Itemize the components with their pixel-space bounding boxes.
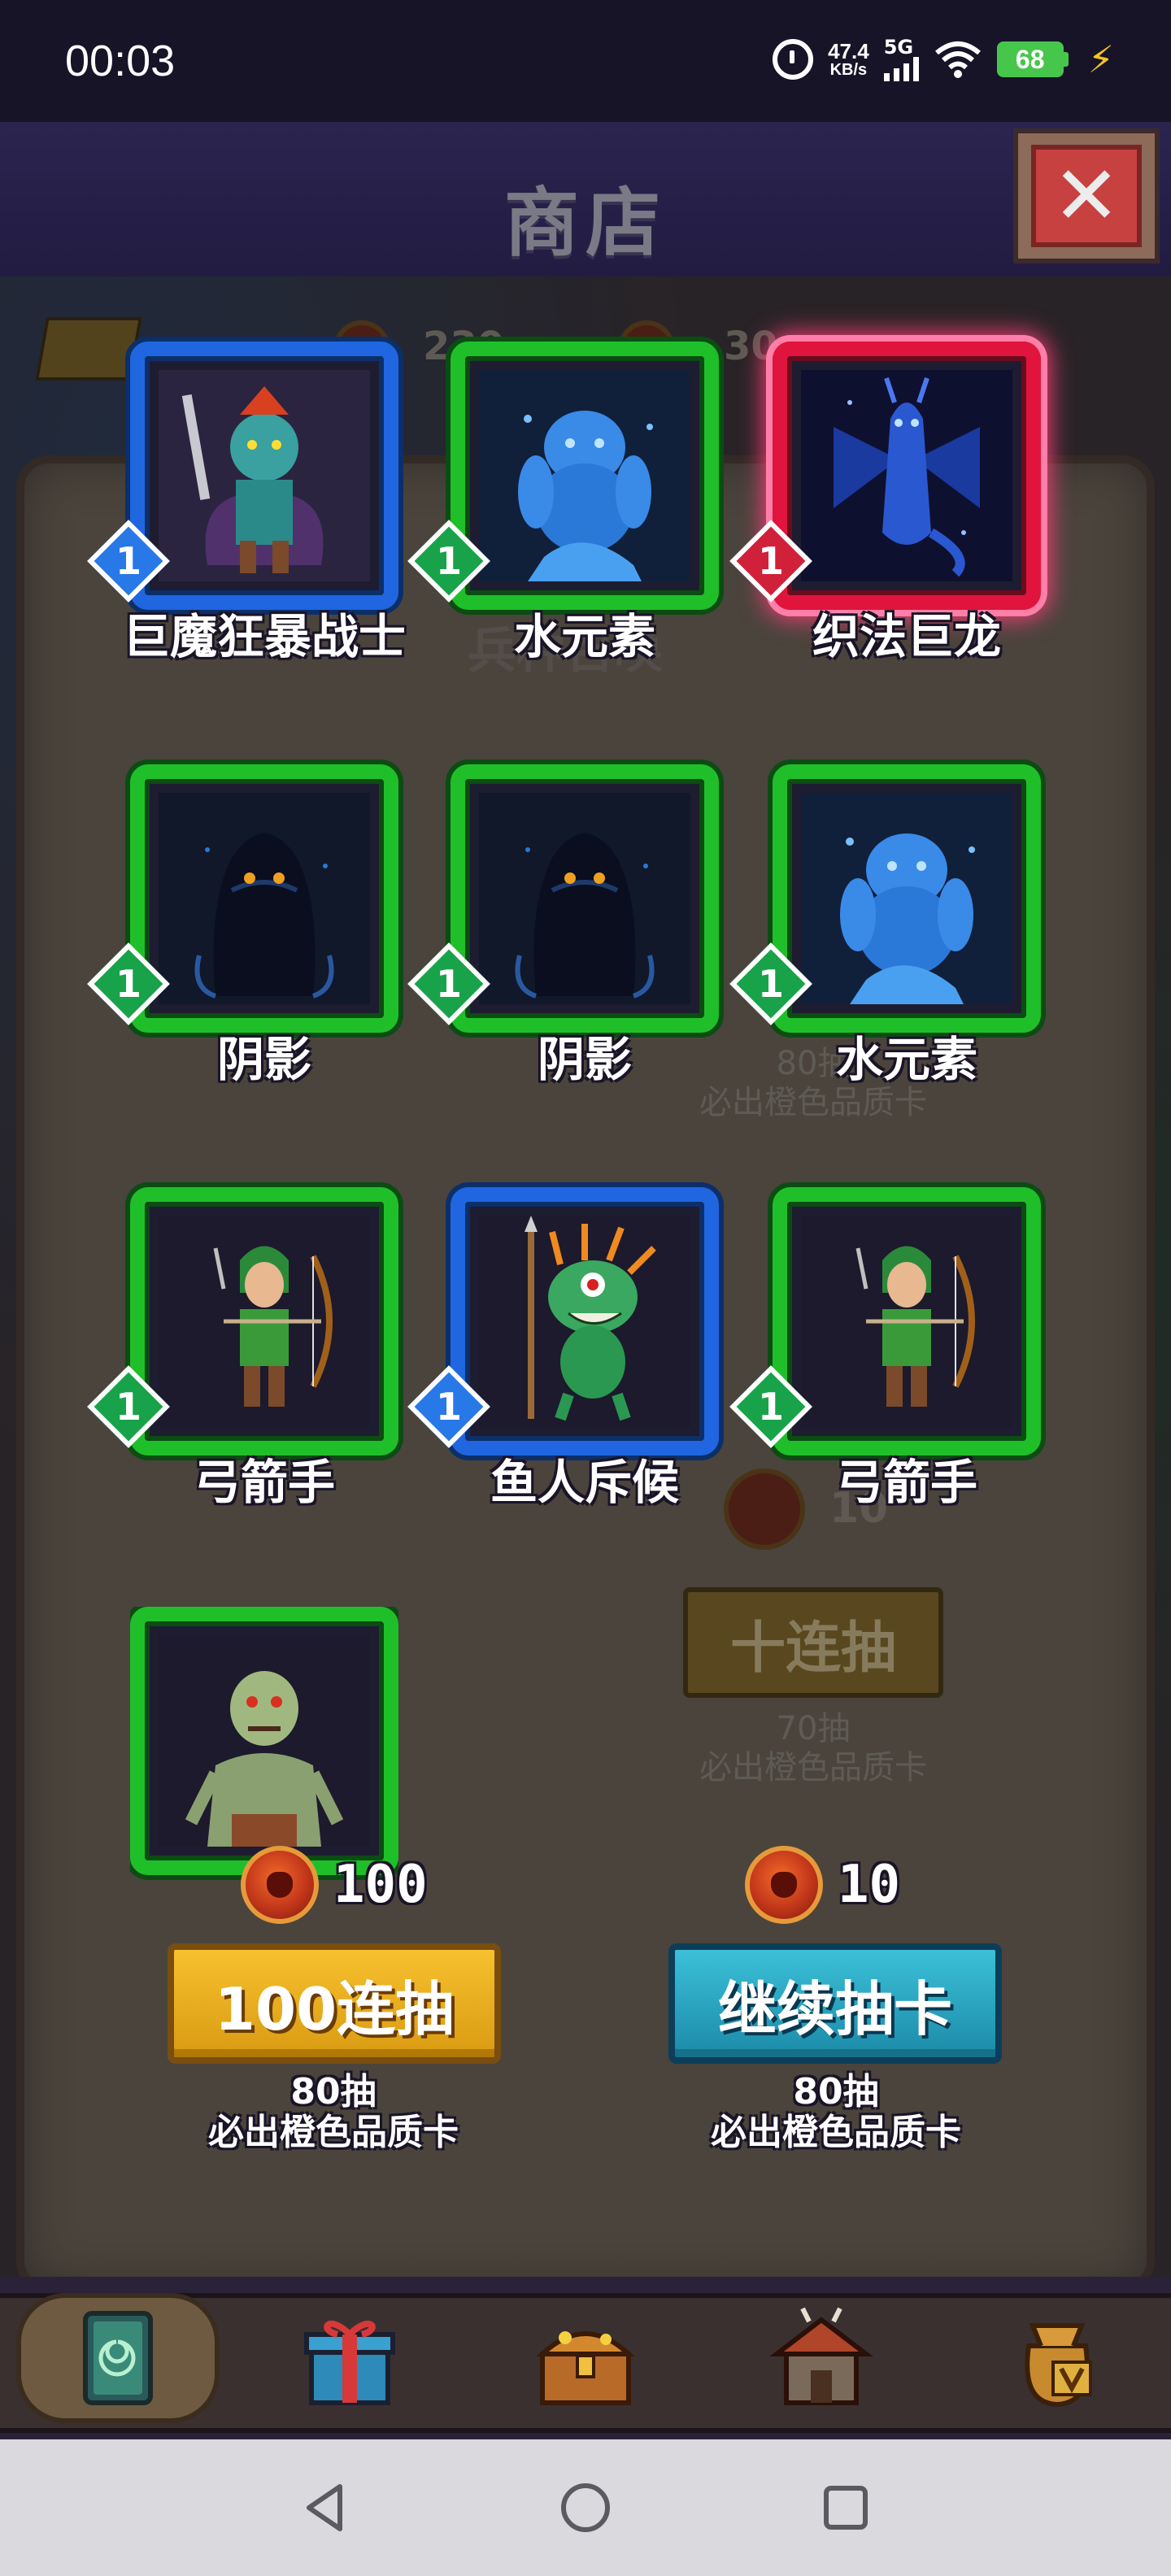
status-time: 00:03 (65, 37, 176, 85)
card-name: 织法巨龙 (812, 609, 1001, 664)
charging-bolt-icon: ⚡ (1087, 37, 1114, 81)
level-number: 1 (115, 1385, 141, 1429)
page-title: 商店 (503, 180, 667, 267)
level-badge: 1 (407, 520, 490, 603)
nav-tavern[interactable] (740, 2293, 903, 2423)
status-icons: 47.4 KB/s 5G 68 ⚡ (773, 37, 1114, 81)
level-badge: 1 (407, 942, 490, 1025)
close-icon: ✕ (1052, 148, 1121, 243)
alarm-icon (773, 39, 814, 80)
level-badge: 1 (729, 942, 812, 1025)
status-bar: 00:03 47.4 KB/s 5G 68 ⚡ (0, 0, 1171, 122)
level-badge: 1 (87, 942, 170, 1025)
level-number: 1 (115, 962, 141, 1006)
battery-level: 68 (996, 41, 1064, 77)
system-nav-bar (0, 2439, 1171, 2576)
hero-card[interactable]: 1 阴影 (407, 764, 719, 1087)
network-type: 5G (883, 36, 914, 59)
card-draw-icon (83, 2311, 153, 2405)
hundred-draw-pity-note: 80抽 必出橙色品质卡 (208, 2071, 459, 2153)
murloc-scout-portrait (470, 1207, 699, 1436)
water-elemental-portrait (792, 784, 1021, 1013)
nav-vip[interactable] (976, 2293, 1138, 2423)
treasure-chest-icon (536, 2331, 635, 2405)
gift-icon (304, 2321, 395, 2405)
level-number: 1 (435, 962, 462, 1006)
level-badge: 1 (407, 1365, 490, 1448)
troll-berserker-portrait (150, 361, 379, 590)
hero-card[interactable]: 1 阴影 (87, 764, 398, 1087)
continue-draw-cost-value: 10 (838, 1855, 901, 1915)
nav-treasure[interactable] (504, 2293, 667, 2423)
shop-header: 商店 ✕ (0, 122, 1171, 276)
hero-card[interactable] (130, 1607, 398, 1883)
hero-card[interactable]: 1 水元素 (407, 342, 719, 664)
level-badge: 1 (729, 1365, 812, 1448)
archer-portrait (150, 1207, 379, 1436)
hundred-draw-cost: 100 (241, 1846, 428, 1924)
hero-card[interactable]: 1 弓箭手 (729, 1187, 1041, 1510)
net-speed: 47.4 KB/s (828, 41, 869, 78)
level-number: 1 (435, 539, 462, 583)
continue-draw-button[interactable]: 继续抽卡 (668, 1943, 1002, 2064)
back-icon[interactable] (296, 2478, 355, 2537)
signal-icon: 5G (883, 36, 919, 81)
level-number: 1 (115, 539, 141, 583)
card-name: 阴影 (216, 1032, 311, 1087)
ghoul-portrait (150, 1626, 379, 1856)
net-speed-unit: KB/s (829, 61, 868, 79)
vip-bag-icon (1025, 2323, 1092, 2408)
hero-card[interactable]: 1 织法巨龙 (729, 342, 1041, 664)
level-badge: 1 (729, 520, 812, 603)
continue-draw-cost: 10 (745, 1846, 900, 1924)
card-name: 巨魔狂暴战士 (122, 609, 406, 664)
shadow-portrait (470, 784, 699, 1013)
hero-card[interactable]: 1 水元素 (729, 764, 1041, 1087)
nav-card-draw[interactable] (16, 2293, 220, 2423)
continue-draw-pity-note: 80抽 必出橙色品质卡 (711, 2071, 961, 2153)
level-number: 1 (435, 1385, 462, 1429)
arcane-dragon-portrait (792, 361, 1021, 590)
card-name: 阴影 (537, 1032, 632, 1087)
hundred-draw-button[interactable]: 100连抽 (168, 1943, 501, 2064)
card-name: 水元素 (835, 1032, 977, 1087)
home-icon[interactable] (556, 2478, 615, 2537)
wifi-icon (934, 41, 981, 78)
archer-portrait (792, 1207, 1021, 1436)
close-button[interactable]: ✕ (1008, 122, 1171, 268)
water-elemental-portrait (470, 361, 699, 590)
card-name: 弓箭手 (193, 1455, 335, 1510)
bottom-nav (0, 2277, 1171, 2439)
level-number: 1 (757, 962, 784, 1006)
net-speed-value: 47.4 (828, 39, 869, 63)
level-badge: 1 (87, 520, 170, 603)
battery-icon: 68 (996, 41, 1069, 77)
demon-coin-icon (241, 1846, 319, 1924)
shadow-portrait (150, 784, 379, 1013)
card-name: 水元素 (513, 609, 655, 664)
card-name: 鱼人斥候 (490, 1455, 679, 1510)
tavern-icon (769, 2307, 873, 2405)
nav-gift[interactable] (268, 2293, 431, 2423)
demon-coin-icon (745, 1846, 823, 1924)
level-number: 1 (757, 1385, 784, 1429)
hero-card[interactable]: 1 巨魔狂暴战士 (87, 342, 406, 664)
hundred-draw-cost-value: 100 (333, 1855, 428, 1915)
hero-card[interactable]: 1 弓箭手 (87, 1187, 398, 1510)
recents-icon[interactable] (816, 2478, 875, 2537)
hero-card[interactable]: 1 鱼人斥候 (407, 1187, 719, 1510)
level-badge: 1 (87, 1365, 170, 1448)
card-name: 弓箭手 (835, 1455, 977, 1510)
level-number: 1 (757, 539, 784, 583)
